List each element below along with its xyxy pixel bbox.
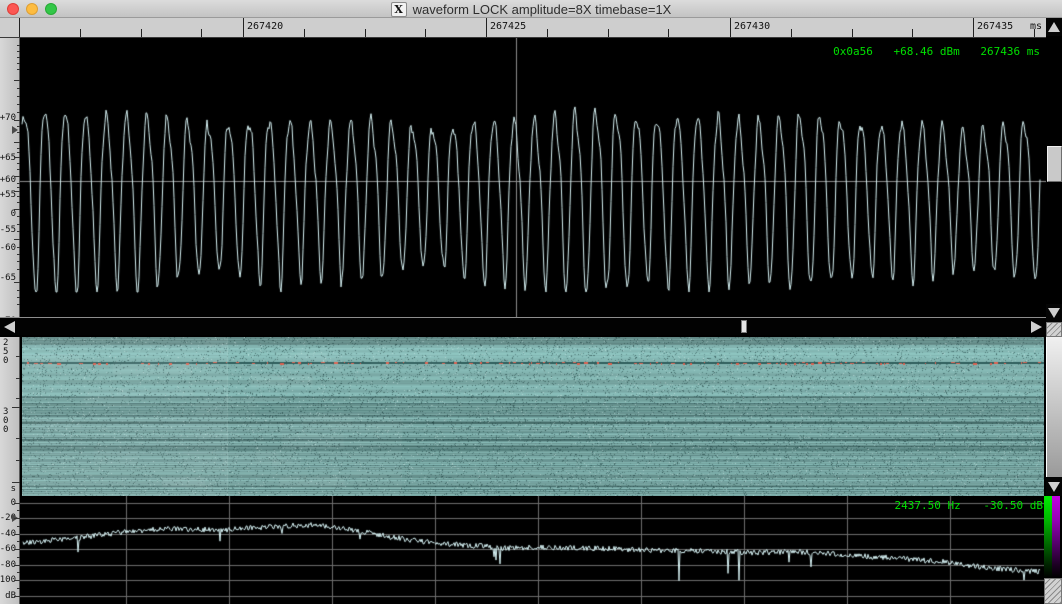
axis-label: 300: [3, 408, 11, 435]
ruler-minor-tick: [80, 29, 81, 37]
scroll-left-button[interactable]: [1, 320, 17, 334]
window-title: waveform LOCK amplitude=8X timebase=1X: [413, 2, 672, 17]
axis-minor-tick: [16, 356, 20, 357]
ruler-minor-tick: [608, 29, 609, 37]
spectrogram-scroll-track[interactable]: [1046, 337, 1062, 477]
spectrogram-plot[interactable]: [22, 337, 1044, 496]
ruler-major-tick: [243, 18, 244, 37]
amplitude-value: +68.46 dBm: [894, 45, 960, 58]
ruler-minor-tick: [304, 29, 305, 37]
amplitude-axis: +70 +65 +60 +55 0 -55 -60 -65 -70 dBm: [0, 38, 20, 317]
spectrum-db-axis: 0 -20 -40 -60 -80 -100 dB: [0, 496, 20, 604]
horizontal-scroll-thumb[interactable]: [741, 320, 747, 333]
axis-label: +70: [0, 113, 16, 123]
axis-major-tick: [12, 407, 20, 408]
right-arrow-icon: [1031, 321, 1042, 333]
time-ruler[interactable]: 267420 267425 267430 267435 ms: [0, 18, 1046, 38]
ruler-major-tick: [486, 18, 487, 37]
axis-label: +65: [0, 153, 16, 163]
ruler-tick-label: 267425: [490, 21, 526, 32]
time-value: 267436 ms: [980, 45, 1040, 58]
axis-major-tick: [12, 482, 20, 483]
up-arrow-icon: [1048, 22, 1060, 32]
ruler-minor-tick: [547, 29, 548, 37]
scroll-up-button[interactable]: [1046, 18, 1062, 36]
frequency-value: 2437.50 Hz: [895, 499, 961, 512]
ruler-minor-tick: [365, 29, 366, 37]
down-arrow-icon: [1048, 482, 1060, 492]
purple-gradient: [1052, 496, 1060, 578]
axis-minor-tick: [16, 378, 20, 379]
green-gradient: [1044, 496, 1052, 578]
ruler-minor-tick: [141, 29, 142, 37]
left-arrow-icon: [4, 321, 15, 333]
axis-unit-label: s: [11, 484, 16, 494]
scroll-right-button[interactable]: [1028, 320, 1044, 334]
ruler-major-tick: [973, 18, 974, 37]
level-value: -30.50 dB: [983, 499, 1043, 512]
axis-minor-tick: [16, 398, 20, 399]
spectrogram-time-axis: 250 300 s: [0, 337, 20, 496]
ruler-unit-label: ms: [1030, 21, 1042, 32]
axis-label: -55: [0, 225, 16, 235]
down-arrow-icon: [1048, 308, 1060, 318]
ruler-minor-tick: [791, 29, 792, 37]
waveform-readout: 0x0a56 +68.46 dBm 267436 ms: [833, 45, 1040, 58]
spectrum-readout: 2437.50 Hz -30.50 dB: [895, 499, 1043, 512]
ruler-minor-tick: [912, 29, 913, 37]
axis-minor-tick: [16, 460, 20, 461]
title-area: X waveform LOCK amplitude=8X timebase=1X: [0, 0, 1062, 18]
waveform-plot[interactable]: [20, 38, 1046, 317]
sample-hex-value: 0x0a56: [833, 45, 873, 58]
ruler-major-tick: [19, 18, 20, 37]
resize-grip[interactable]: [1046, 322, 1062, 337]
ruler-major-tick: [730, 18, 731, 37]
ruler-minor-tick: [201, 29, 202, 37]
ruler-tick-label: 267430: [734, 21, 770, 32]
vertical-scroll-thumb[interactable]: [1047, 146, 1062, 182]
axis-label: 250: [3, 339, 11, 366]
axis-label: -60: [0, 243, 16, 253]
ruler-minor-tick: [852, 29, 853, 37]
x11-icon: X: [391, 2, 407, 17]
titlebar[interactable]: X waveform LOCK amplitude=8X timebase=1X: [0, 0, 1062, 18]
spectrum-plot[interactable]: [20, 496, 1044, 604]
horizontal-scrollbar[interactable]: [0, 317, 1046, 335]
axis-minor-tick: [16, 438, 20, 439]
ruler-tick-label: 267435: [977, 21, 1013, 32]
spectrogram-scroll-down-button[interactable]: [1046, 477, 1062, 496]
baudline-waveform-window: X waveform LOCK amplitude=8X timebase=1X…: [0, 0, 1062, 604]
ruler-tick-label: 267420: [247, 21, 283, 32]
ruler-minor-tick: [1034, 29, 1035, 37]
axis-label: 0: [11, 209, 16, 219]
color-aperture-bar[interactable]: [1044, 496, 1060, 578]
resize-grip[interactable]: [1044, 578, 1062, 604]
ruler-minor-tick: [425, 29, 426, 37]
scroll-down-button[interactable]: [1046, 304, 1062, 322]
ruler-minor-tick: [668, 29, 669, 37]
